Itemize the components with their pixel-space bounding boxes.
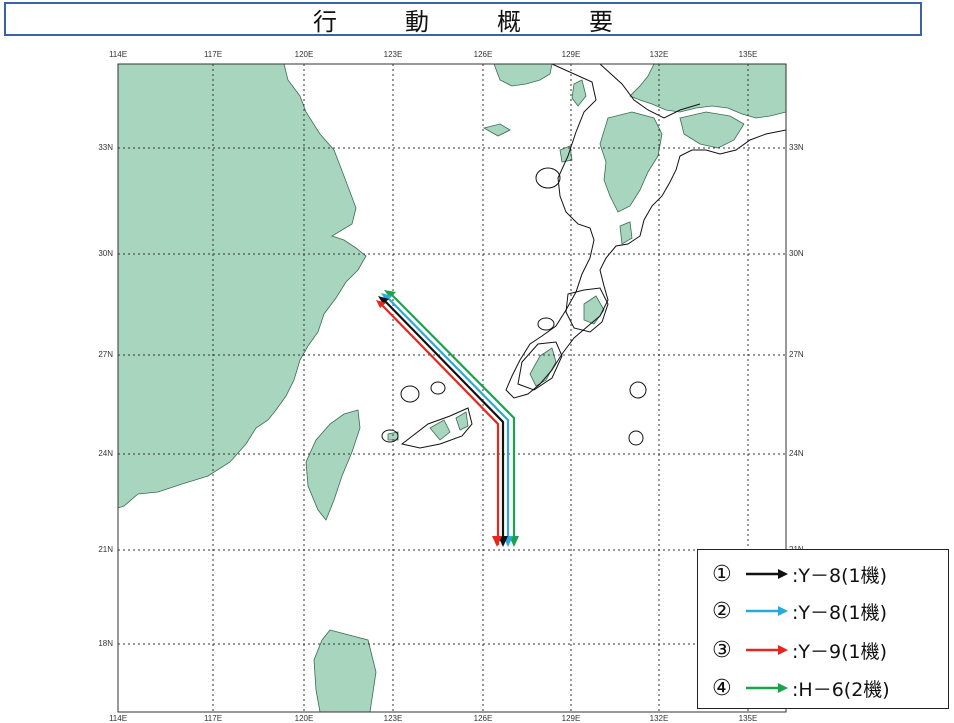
lon-label-bottom-6: 132E	[650, 714, 669, 723]
legend-label-3: :Y－9(1機)	[792, 640, 888, 663]
lat-label-left-5: 18N	[98, 639, 113, 648]
lon-label-bottom-4: 126E	[474, 714, 493, 723]
lon-label-bottom-1: 117E	[204, 714, 222, 723]
lon-label-top-7: 135E	[739, 50, 758, 59]
lon-label-top-6: 132E	[650, 50, 669, 59]
arrow-icon	[746, 683, 788, 693]
legend-num-4: ④	[712, 675, 732, 701]
lat-label-right-2: 27N	[789, 350, 804, 359]
lon-label-top-5: 129E	[562, 50, 581, 59]
lon-label-top-2: 120E	[295, 50, 314, 59]
lon-label-top-4: 126E	[474, 50, 493, 59]
legend-num-2: ②	[712, 598, 732, 624]
lat-label-right-0: 33N	[789, 143, 804, 152]
legend-item-4: ④ :H－6(2機)	[712, 674, 890, 702]
land-luzon	[313, 629, 377, 712]
lat-label-left-0: 33N	[98, 143, 113, 152]
arrow-icon	[746, 606, 788, 616]
lon-label-top-1: 117E	[204, 50, 222, 59]
legend-label-4: :H－6(2機)	[792, 678, 890, 701]
lat-label-left-4: 21N	[98, 545, 113, 554]
legend: ① :Y－8(1機) ② :Y－8(1機) ③ :Y－9(1機) ④ :H－6(…	[697, 549, 949, 709]
lon-label-top-0: 114E	[109, 50, 127, 59]
lat-label-left-3: 24N	[98, 449, 113, 458]
lat-label-right-3: 24N	[789, 449, 804, 458]
lat-label-right-1: 30N	[789, 249, 804, 258]
lon-label-bottom-7: 135E	[739, 714, 758, 723]
arrow-icon	[746, 569, 788, 579]
legend-label-1: :Y－8(1機)	[792, 564, 888, 587]
lon-label-bottom-5: 129E	[562, 714, 581, 723]
legend-item-3: ③ :Y－9(1機)	[712, 636, 887, 664]
lat-label-left-1: 30N	[98, 249, 113, 258]
legend-item-2: ② :Y－8(1機)	[712, 597, 887, 625]
legend-item-1: ① :Y－8(1機)	[712, 560, 887, 588]
lat-label-left-2: 27N	[98, 350, 113, 359]
legend-num-1: ①	[712, 561, 732, 587]
lon-label-bottom-2: 120E	[295, 714, 314, 723]
lon-label-top-3: 123E	[384, 50, 403, 59]
legend-num-3: ③	[712, 637, 732, 663]
arrow-icon	[746, 645, 788, 655]
lon-label-bottom-3: 123E	[384, 714, 403, 723]
legend-label-2: :Y－8(1機)	[792, 601, 888, 624]
lon-label-bottom-0: 114E	[109, 714, 127, 723]
